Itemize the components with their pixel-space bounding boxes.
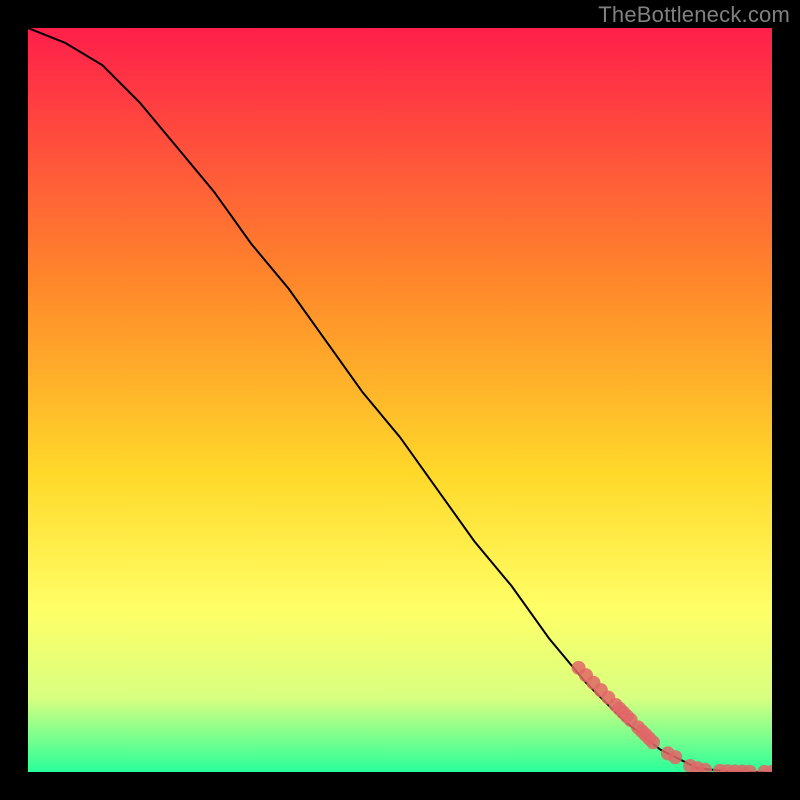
chart-frame: TheBottleneck.com (0, 0, 800, 800)
plot-area (28, 28, 772, 772)
data-point (668, 750, 682, 764)
watermark-text: TheBottleneck.com (598, 2, 790, 28)
gradient-background (28, 28, 772, 772)
chart-svg (28, 28, 772, 772)
data-point (646, 735, 660, 749)
